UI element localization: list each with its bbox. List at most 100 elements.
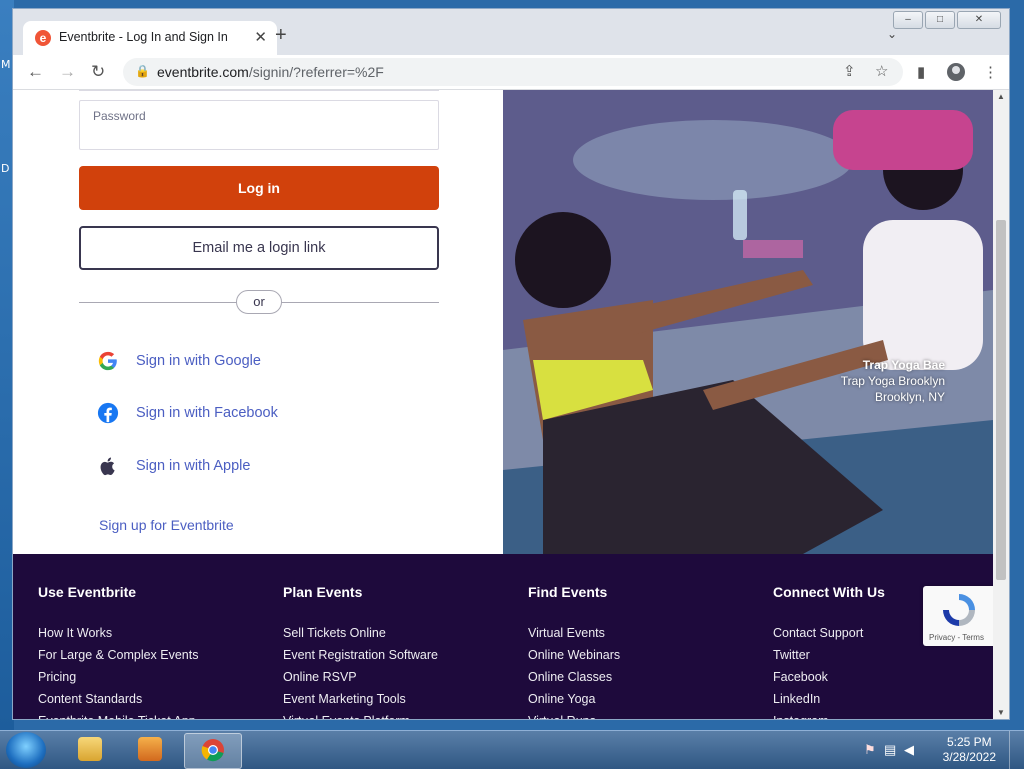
reload-icon[interactable]: ↻ — [91, 62, 105, 82]
photo-caption: Trap Yoga Bae Trap Yoga Brooklyn Brookly… — [841, 357, 945, 405]
scroll-down-icon[interactable]: ▼ — [997, 708, 1005, 717]
url-domain: eventbrite.com — [157, 64, 249, 80]
lock-icon[interactable]: 🔒 — [135, 64, 150, 78]
share-icon[interactable]: ⇪ — [843, 62, 856, 80]
password-label: Password — [93, 109, 146, 123]
taskbar-media-player[interactable] — [122, 733, 178, 767]
chrome-icon — [201, 739, 224, 762]
forward-icon[interactable]: → — [59, 62, 76, 82]
login-button[interactable]: Log in — [79, 166, 439, 210]
signup-link[interactable]: Sign up for Eventbrite — [99, 517, 234, 533]
footer-link[interactable]: Virtual Events — [528, 622, 758, 644]
photo-caption-location: Brooklyn, NY — [874, 390, 945, 404]
page-scrollbar[interactable]: ▲ ▼ — [993, 90, 1009, 719]
facebook-icon — [97, 402, 119, 424]
maximize-button[interactable]: □ — [925, 11, 955, 29]
apple-signin-label: Sign in with Apple — [136, 458, 251, 474]
footer-link[interactable]: Eventbrite Mobile Ticket App — [38, 710, 268, 719]
chrome-menu-icon[interactable]: ⋮ — [983, 63, 998, 81]
footer-link[interactable]: Online RSVP — [283, 666, 513, 688]
apple-icon — [100, 457, 115, 476]
google-signin-label: Sign in with Google — [136, 353, 261, 369]
footer-link[interactable]: Online Yoga — [528, 688, 758, 710]
taskbar-explorer[interactable] — [62, 733, 118, 767]
footer-heading: Use Eventbrite — [38, 584, 137, 600]
browser-window: e Eventbrite - Log In and Sign In ✕ + ⌄ … — [12, 8, 1010, 720]
side-panel-icon[interactable]: ▮ — [917, 63, 925, 81]
facebook-signin-button[interactable]: Sign in with Facebook — [97, 401, 278, 425]
footer-link[interactable]: Facebook — [773, 666, 993, 688]
clock-date: 3/28/2022 — [942, 750, 996, 764]
footer-link[interactable]: Online Classes — [528, 666, 758, 688]
footer-link[interactable]: Event Marketing Tools — [283, 688, 513, 710]
footer-link[interactable]: Event Registration Software — [283, 644, 513, 666]
back-icon[interactable]: ← — [27, 62, 44, 82]
show-desktop-button[interactable] — [1009, 731, 1024, 769]
photo-caption-title: Trap Yoga Bae — [862, 358, 945, 372]
taskbar-chrome[interactable] — [184, 733, 242, 769]
google-signin-button[interactable]: Sign in with Google — [97, 349, 261, 373]
password-field[interactable]: Password — [79, 100, 439, 150]
volume-icon[interactable]: ◀ — [904, 742, 914, 758]
password-input[interactable] — [92, 127, 426, 145]
footer-link[interactable]: Virtual Runs — [528, 710, 758, 719]
footer-column: Use Eventbrite How It Works For Large & … — [38, 584, 268, 719]
recaptcha-badge[interactable]: Privacy - Terms — [923, 586, 993, 646]
address-bar[interactable]: 🔒 eventbrite.com/signin/?referrer=%2F ⇪ … — [123, 58, 903, 86]
recaptcha-terms[interactable]: Privacy - Terms — [929, 633, 984, 642]
footer-link[interactable]: Online Webinars — [528, 644, 758, 666]
footer-column: Plan Events Sell Tickets Online Event Re… — [283, 584, 513, 719]
footer-heading: Find Events — [528, 584, 608, 600]
scroll-up-icon[interactable]: ▲ — [997, 92, 1005, 101]
scrollbar-thumb[interactable] — [996, 220, 1006, 580]
close-window-button[interactable]: ✕ — [957, 11, 1001, 29]
profile-avatar-icon[interactable] — [947, 63, 965, 81]
apple-signin-button[interactable]: Sign in with Apple — [97, 454, 250, 478]
bookmark-star-icon[interactable]: ☆ — [875, 62, 888, 80]
footer-link[interactable]: How It Works — [38, 622, 268, 644]
clock-time: 5:25 PM — [946, 735, 992, 749]
yoga-class-photo — [503, 90, 993, 554]
url-text: eventbrite.com/signin/?referrer=%2F — [157, 64, 384, 80]
footer-heading: Plan Events — [283, 584, 363, 600]
browser-tab[interactable]: e Eventbrite - Log In and Sign In ✕ — [23, 21, 277, 55]
system-tray: ⚑ ▤ ◀ 5:25 PM 3/28/2022 — [854, 731, 1024, 769]
browser-toolbar: ← → ↻ 🔒 eventbrite.com/signin/?referrer=… — [13, 55, 1009, 90]
title-bar: e Eventbrite - Log In and Sign In ✕ + ⌄ … — [13, 9, 1009, 55]
footer-link[interactable]: LinkedIn — [773, 688, 993, 710]
email-login-link-button[interactable]: Email me a login link — [79, 226, 439, 270]
login-form: Password Log in Email me a login link or… — [13, 90, 503, 554]
url-path: /signin/?referrer=%2F — [248, 64, 384, 80]
page-viewport: Password Log in Email me a login link or… — [13, 90, 993, 719]
footer-link[interactable]: Instagram — [773, 710, 993, 719]
eventbrite-favicon-icon: e — [35, 30, 51, 46]
start-button[interactable] — [6, 732, 46, 768]
or-label: or — [236, 290, 282, 314]
new-tab-icon[interactable]: + — [275, 24, 287, 47]
footer-link[interactable]: Sell Tickets Online — [283, 622, 513, 644]
photo-caption-organizer: Trap Yoga Brooklyn — [840, 374, 945, 388]
network-icon[interactable]: ▤ — [884, 742, 896, 758]
action-center-icon[interactable]: ⚑ — [864, 742, 876, 758]
facebook-signin-label: Sign in with Facebook — [136, 405, 278, 421]
minimize-button[interactable]: – — [893, 11, 923, 29]
recaptcha-icon — [943, 594, 975, 626]
media-player-icon — [138, 737, 162, 761]
footer-link[interactable]: Twitter — [773, 644, 993, 666]
clock[interactable]: 5:25 PM 3/28/2022 — [943, 735, 996, 765]
close-tab-icon[interactable]: ✕ — [254, 28, 267, 46]
footer-column: Find Events Virtual Events Online Webina… — [528, 584, 758, 719]
folder-icon — [78, 737, 102, 761]
tab-title: Eventbrite - Log In and Sign In — [59, 30, 228, 44]
email-field[interactable] — [79, 90, 439, 91]
footer-link[interactable]: For Large & Complex Events — [38, 644, 268, 666]
tab-search-icon[interactable]: ⌄ — [887, 27, 897, 41]
footer-link[interactable]: Virtual Events Platform — [283, 710, 513, 719]
desktop-icon-label: M — [1, 58, 11, 71]
google-icon — [98, 351, 117, 371]
footer-link[interactable]: Pricing — [38, 666, 268, 688]
footer-link[interactable]: Content Standards — [38, 688, 268, 710]
site-footer: Use Eventbrite How It Works For Large & … — [13, 554, 993, 719]
desktop-icon-label: D — [1, 162, 10, 175]
windows-taskbar: ⚑ ▤ ◀ 5:25 PM 3/28/2022 — [0, 730, 1024, 769]
